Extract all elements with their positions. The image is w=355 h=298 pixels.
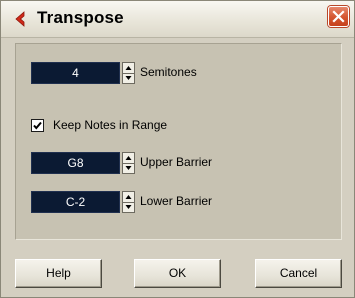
close-button[interactable] <box>328 6 349 27</box>
lower-barrier-down-arrow-icon[interactable] <box>123 202 134 212</box>
title-bar[interactable]: Transpose <box>1 1 354 38</box>
upper-barrier-field[interactable]: G8 <box>31 152 120 174</box>
transpose-dialog: Transpose 4 Semitones Keep Notes in Rang… <box>0 0 355 298</box>
keep-notes-checkbox[interactable] <box>31 119 44 132</box>
upper-barrier-spinner[interactable] <box>122 152 135 174</box>
window-title: Transpose <box>37 8 124 27</box>
semitones-spinner[interactable] <box>122 62 135 84</box>
app-chevron-icon <box>10 9 30 29</box>
options-panel: 4 Semitones Keep Notes in Range G8 Upper… <box>15 43 342 240</box>
help-button[interactable]: Help <box>15 259 102 288</box>
close-icon <box>332 10 345 23</box>
lower-barrier-field[interactable]: C-2 <box>31 191 120 213</box>
ok-button[interactable]: OK <box>134 259 221 288</box>
lower-barrier-label: Lower Barrier <box>140 194 213 208</box>
keep-notes-label[interactable]: Keep Notes in Range <box>53 118 167 132</box>
semitones-field[interactable]: 4 <box>31 62 120 84</box>
semitones-down-arrow-icon[interactable] <box>123 73 134 83</box>
cancel-button[interactable]: Cancel <box>255 259 342 288</box>
upper-barrier-label: Upper Barrier <box>140 155 213 169</box>
checkmark-icon <box>33 121 42 130</box>
lower-barrier-spinner[interactable] <box>122 191 135 213</box>
upper-barrier-down-arrow-icon[interactable] <box>123 163 134 173</box>
semitones-label: Semitones <box>140 65 197 79</box>
